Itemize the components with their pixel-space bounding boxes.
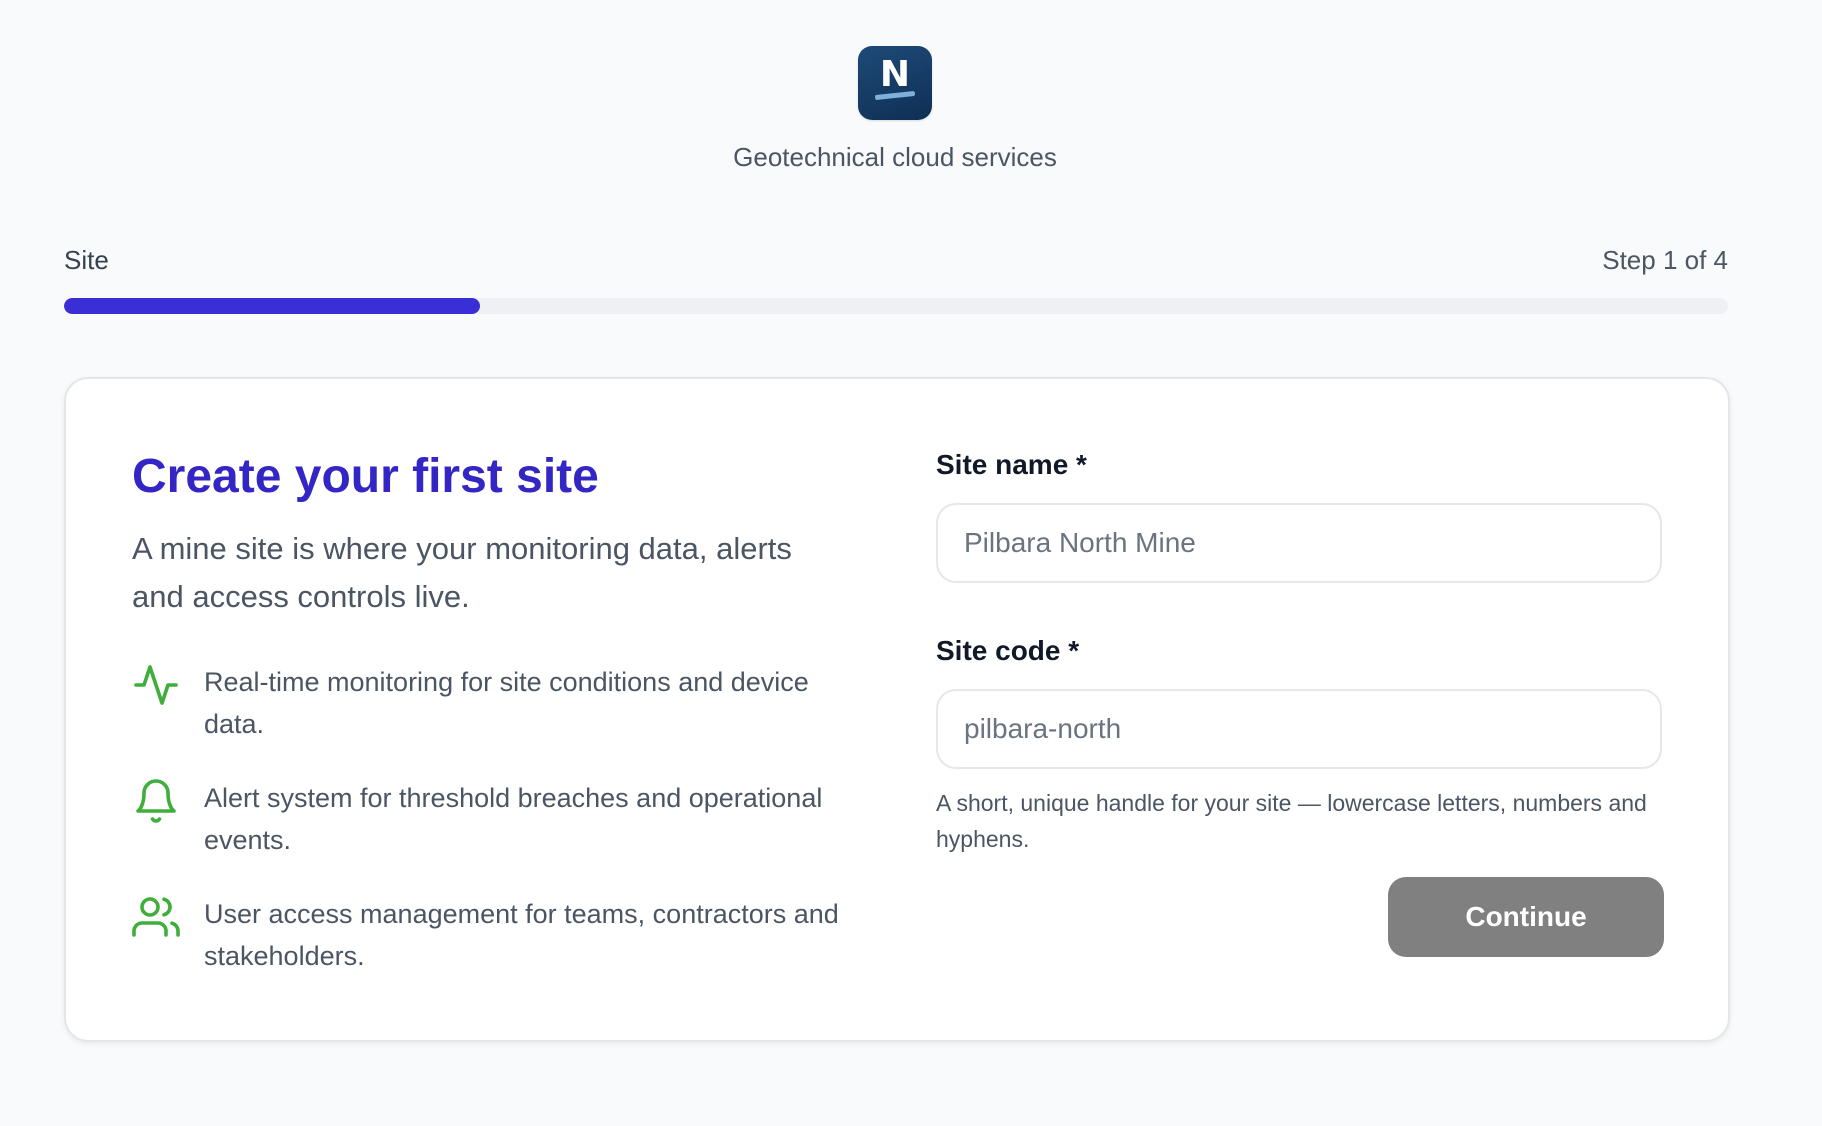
intro-section: Create your first site A mine site is wh…: [132, 447, 852, 1009]
intro-description: A mine site is where your monitoring dat…: [132, 531, 792, 614]
progress-header: Site Step 1 of 4: [64, 242, 1728, 278]
brand-header: N Geotechnical cloud services: [0, 46, 1790, 174]
brand-tagline: Geotechnical cloud services: [733, 142, 1057, 172]
site-name-label: Site name *: [936, 449, 1087, 480]
feature-text: Real-time monitoring for site conditions…: [204, 667, 809, 739]
site-code-hint: A short, unique handle for your site — l…: [936, 790, 1647, 852]
feature-text: Alert system for threshold breaches and …: [204, 783, 823, 855]
continue-button[interactable]: Continue: [1388, 877, 1664, 957]
app-logo: N: [858, 46, 932, 120]
activity-icon: [132, 661, 180, 709]
site-name-input[interactable]: [936, 503, 1662, 583]
page-title: Create your first site: [132, 450, 599, 503]
onboarding-card: Create your first site A mine site is wh…: [64, 377, 1730, 1042]
progress-bar-fill: [64, 298, 480, 314]
site-form: Site name * Site code * A short, unique …: [936, 447, 1662, 857]
progress-bar: [64, 298, 1728, 314]
progress-step-count: Step 1 of 4: [1602, 245, 1728, 275]
feature-item: User access management for teams, contra…: [132, 893, 852, 977]
site-code-input[interactable]: [936, 689, 1662, 769]
feature-text: User access management for teams, contra…: [204, 899, 839, 971]
feature-item: Alert system for threshold breaches and …: [132, 777, 852, 861]
users-icon: [132, 893, 180, 941]
site-code-label: Site code *: [936, 635, 1080, 666]
progress-step-label: Site: [64, 245, 109, 275]
feature-item: Real-time monitoring for site conditions…: [132, 661, 852, 745]
feature-list: Real-time monitoring for site conditions…: [132, 661, 852, 977]
bell-icon: [132, 777, 180, 825]
logo-letter: N: [879, 54, 911, 95]
